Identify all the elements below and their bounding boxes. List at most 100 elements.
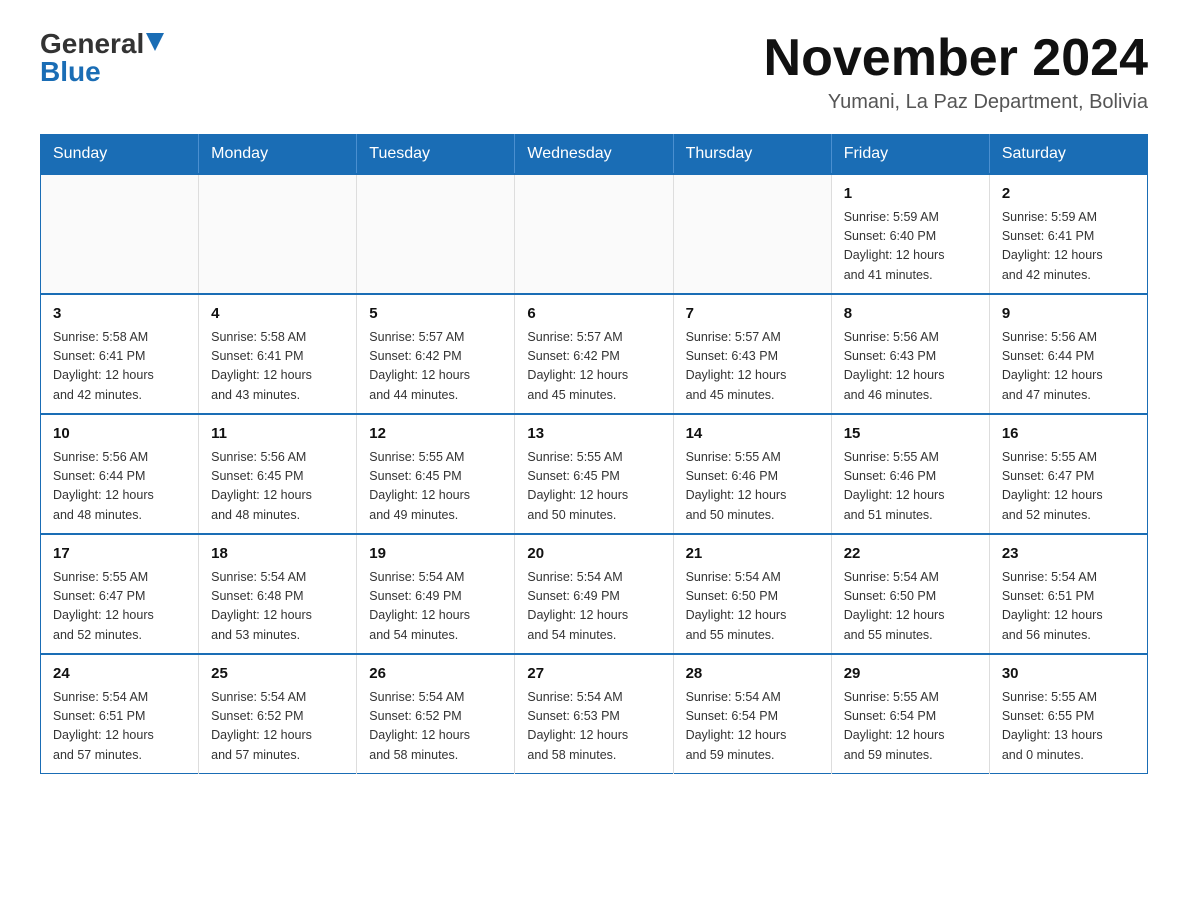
- day-number: 26: [369, 663, 502, 686]
- day-info: Sunrise: 5:54 AM Sunset: 6:50 PM Dayligh…: [686, 568, 819, 646]
- day-info: Sunrise: 5:56 AM Sunset: 6:45 PM Dayligh…: [211, 448, 344, 526]
- calendar-cell: 13Sunrise: 5:55 AM Sunset: 6:45 PM Dayli…: [515, 414, 673, 534]
- day-number: 7: [686, 303, 819, 326]
- day-info: Sunrise: 5:58 AM Sunset: 6:41 PM Dayligh…: [211, 328, 344, 406]
- logo-general: General: [40, 30, 144, 58]
- logo-blue: Blue: [40, 58, 101, 86]
- day-info: Sunrise: 5:55 AM Sunset: 6:46 PM Dayligh…: [686, 448, 819, 526]
- calendar-cell: 15Sunrise: 5:55 AM Sunset: 6:46 PM Dayli…: [831, 414, 989, 534]
- day-info: Sunrise: 5:57 AM Sunset: 6:43 PM Dayligh…: [686, 328, 819, 406]
- day-number: 4: [211, 303, 344, 326]
- day-info: Sunrise: 5:56 AM Sunset: 6:43 PM Dayligh…: [844, 328, 977, 406]
- day-info: Sunrise: 5:57 AM Sunset: 6:42 PM Dayligh…: [369, 328, 502, 406]
- day-number: 9: [1002, 303, 1135, 326]
- calendar-cell: 5Sunrise: 5:57 AM Sunset: 6:42 PM Daylig…: [357, 294, 515, 414]
- weekday-header-saturday: Saturday: [989, 135, 1147, 175]
- logo: General Blue: [40, 30, 164, 86]
- calendar-week-row: 3 Sunrise: 5:58 AM Sunset: 6:41 PM Daylig…: [41, 294, 1148, 414]
- calendar-cell: 17Sunrise: 5:55 AM Sunset: 6:47 PM Dayli…: [41, 534, 199, 654]
- day-number: 19: [369, 543, 502, 566]
- calendar-table: SundayMondayTuesdayWednesdayThursdayFrid…: [40, 134, 1148, 774]
- weekday-header-friday: Friday: [831, 135, 989, 175]
- day-number: 3: [53, 303, 186, 326]
- calendar-cell: 4Sunrise: 5:58 AM Sunset: 6:41 PM Daylig…: [199, 294, 357, 414]
- day-info: Sunrise: 5:54 AM Sunset: 6:48 PM Dayligh…: [211, 568, 344, 646]
- calendar-cell: [199, 174, 357, 294]
- day-number: 5: [369, 303, 502, 326]
- weekday-header-wednesday: Wednesday: [515, 135, 673, 175]
- day-info: Sunrise: 5:55 AM Sunset: 6:55 PM Dayligh…: [1002, 688, 1135, 766]
- day-info: Sunrise: 5:55 AM Sunset: 6:47 PM Dayligh…: [53, 568, 186, 646]
- calendar-cell: 9Sunrise: 5:56 AM Sunset: 6:44 PM Daylig…: [989, 294, 1147, 414]
- day-number: 27: [527, 663, 660, 686]
- day-number: 12: [369, 423, 502, 446]
- day-info: Sunrise: 5:54 AM Sunset: 6:51 PM Dayligh…: [53, 688, 186, 766]
- day-info: Sunrise: 5:54 AM Sunset: 6:52 PM Dayligh…: [369, 688, 502, 766]
- day-info: Sunrise: 5:54 AM Sunset: 6:51 PM Dayligh…: [1002, 568, 1135, 646]
- calendar-cell: 27Sunrise: 5:54 AM Sunset: 6:53 PM Dayli…: [515, 654, 673, 774]
- day-number: 30: [1002, 663, 1135, 686]
- day-info: Sunrise: 5:59 AM Sunset: 6:40 PM Dayligh…: [844, 208, 977, 286]
- calendar-cell: 26Sunrise: 5:54 AM Sunset: 6:52 PM Dayli…: [357, 654, 515, 774]
- day-number: 29: [844, 663, 977, 686]
- day-number: 17: [53, 543, 186, 566]
- weekday-header-sunday: Sunday: [41, 135, 199, 175]
- day-number: 18: [211, 543, 344, 566]
- page-header: General Blue November 2024 Yumani, La Pa…: [40, 30, 1148, 114]
- calendar-cell: [515, 174, 673, 294]
- calendar-cell: 23Sunrise: 5:54 AM Sunset: 6:51 PM Dayli…: [989, 534, 1147, 654]
- calendar-cell: 21Sunrise: 5:54 AM Sunset: 6:50 PM Dayli…: [673, 534, 831, 654]
- calendar-week-row: 17Sunrise: 5:55 AM Sunset: 6:47 PM Dayli…: [41, 534, 1148, 654]
- day-number: 6: [527, 303, 660, 326]
- day-info: Sunrise: 5:54 AM Sunset: 6:53 PM Dayligh…: [527, 688, 660, 766]
- location: Yumani, La Paz Department, Bolivia: [764, 91, 1148, 114]
- day-number: 28: [686, 663, 819, 686]
- day-number: 15: [844, 423, 977, 446]
- calendar-cell: 8Sunrise: 5:56 AM Sunset: 6:43 PM Daylig…: [831, 294, 989, 414]
- weekday-header-monday: Monday: [199, 135, 357, 175]
- calendar-week-row: 10Sunrise: 5:56 AM Sunset: 6:44 PM Dayli…: [41, 414, 1148, 534]
- calendar-week-row: 1Sunrise: 5:59 AM Sunset: 6:40 PM Daylig…: [41, 174, 1148, 294]
- calendar-cell: 1Sunrise: 5:59 AM Sunset: 6:40 PM Daylig…: [831, 174, 989, 294]
- calendar-cell: 30Sunrise: 5:55 AM Sunset: 6:55 PM Dayli…: [989, 654, 1147, 774]
- day-info: Sunrise: 5:54 AM Sunset: 6:50 PM Dayligh…: [844, 568, 977, 646]
- calendar-cell: 3Sunrise: 5:58 AM Sunset: 6:41 PM Daylig…: [41, 294, 199, 414]
- day-number: 16: [1002, 423, 1135, 446]
- calendar-cell: 6Sunrise: 5:57 AM Sunset: 6:42 PM Daylig…: [515, 294, 673, 414]
- day-number: 11: [211, 423, 344, 446]
- day-info: Sunrise: 5:55 AM Sunset: 6:45 PM Dayligh…: [527, 448, 660, 526]
- calendar-header-row: SundayMondayTuesdayWednesdayThursdayFrid…: [41, 135, 1148, 175]
- day-info: Sunrise: 5:54 AM Sunset: 6:52 PM Dayligh…: [211, 688, 344, 766]
- day-info: Sunrise: 5:55 AM Sunset: 6:46 PM Dayligh…: [844, 448, 977, 526]
- day-number: 22: [844, 543, 977, 566]
- calendar-cell: 7Sunrise: 5:57 AM Sunset: 6:43 PM Daylig…: [673, 294, 831, 414]
- calendar-cell: 11Sunrise: 5:56 AM Sunset: 6:45 PM Dayli…: [199, 414, 357, 534]
- calendar-cell: [357, 174, 515, 294]
- day-number: 14: [686, 423, 819, 446]
- weekday-header-tuesday: Tuesday: [357, 135, 515, 175]
- day-number: 8: [844, 303, 977, 326]
- day-info: Sunrise: 5:54 AM Sunset: 6:54 PM Dayligh…: [686, 688, 819, 766]
- day-info: Sunrise: 5:56 AM Sunset: 6:44 PM Dayligh…: [1002, 328, 1135, 406]
- calendar-cell: 22Sunrise: 5:54 AM Sunset: 6:50 PM Dayli…: [831, 534, 989, 654]
- day-info: Sunrise: 5:55 AM Sunset: 6:47 PM Dayligh…: [1002, 448, 1135, 526]
- calendar-week-row: 24Sunrise: 5:54 AM Sunset: 6:51 PM Dayli…: [41, 654, 1148, 774]
- day-info: Sunrise: 5:54 AM Sunset: 6:49 PM Dayligh…: [527, 568, 660, 646]
- title-block: November 2024 Yumani, La Paz Department,…: [764, 30, 1148, 114]
- calendar-cell: 18Sunrise: 5:54 AM Sunset: 6:48 PM Dayli…: [199, 534, 357, 654]
- weekday-header-thursday: Thursday: [673, 135, 831, 175]
- day-number: 24: [53, 663, 186, 686]
- day-number: 10: [53, 423, 186, 446]
- day-number: 20: [527, 543, 660, 566]
- day-number: 25: [211, 663, 344, 686]
- calendar-cell: 19Sunrise: 5:54 AM Sunset: 6:49 PM Dayli…: [357, 534, 515, 654]
- calendar-cell: 12Sunrise: 5:55 AM Sunset: 6:45 PM Dayli…: [357, 414, 515, 534]
- day-number: 1: [844, 183, 977, 206]
- calendar-cell: [673, 174, 831, 294]
- day-info: Sunrise: 5:55 AM Sunset: 6:54 PM Dayligh…: [844, 688, 977, 766]
- calendar-cell: 14Sunrise: 5:55 AM Sunset: 6:46 PM Dayli…: [673, 414, 831, 534]
- calendar-cell: 25Sunrise: 5:54 AM Sunset: 6:52 PM Dayli…: [199, 654, 357, 774]
- day-number: 2: [1002, 183, 1135, 206]
- calendar-cell: 16Sunrise: 5:55 AM Sunset: 6:47 PM Dayli…: [989, 414, 1147, 534]
- day-info: Sunrise: 5:56 AM Sunset: 6:44 PM Dayligh…: [53, 448, 186, 526]
